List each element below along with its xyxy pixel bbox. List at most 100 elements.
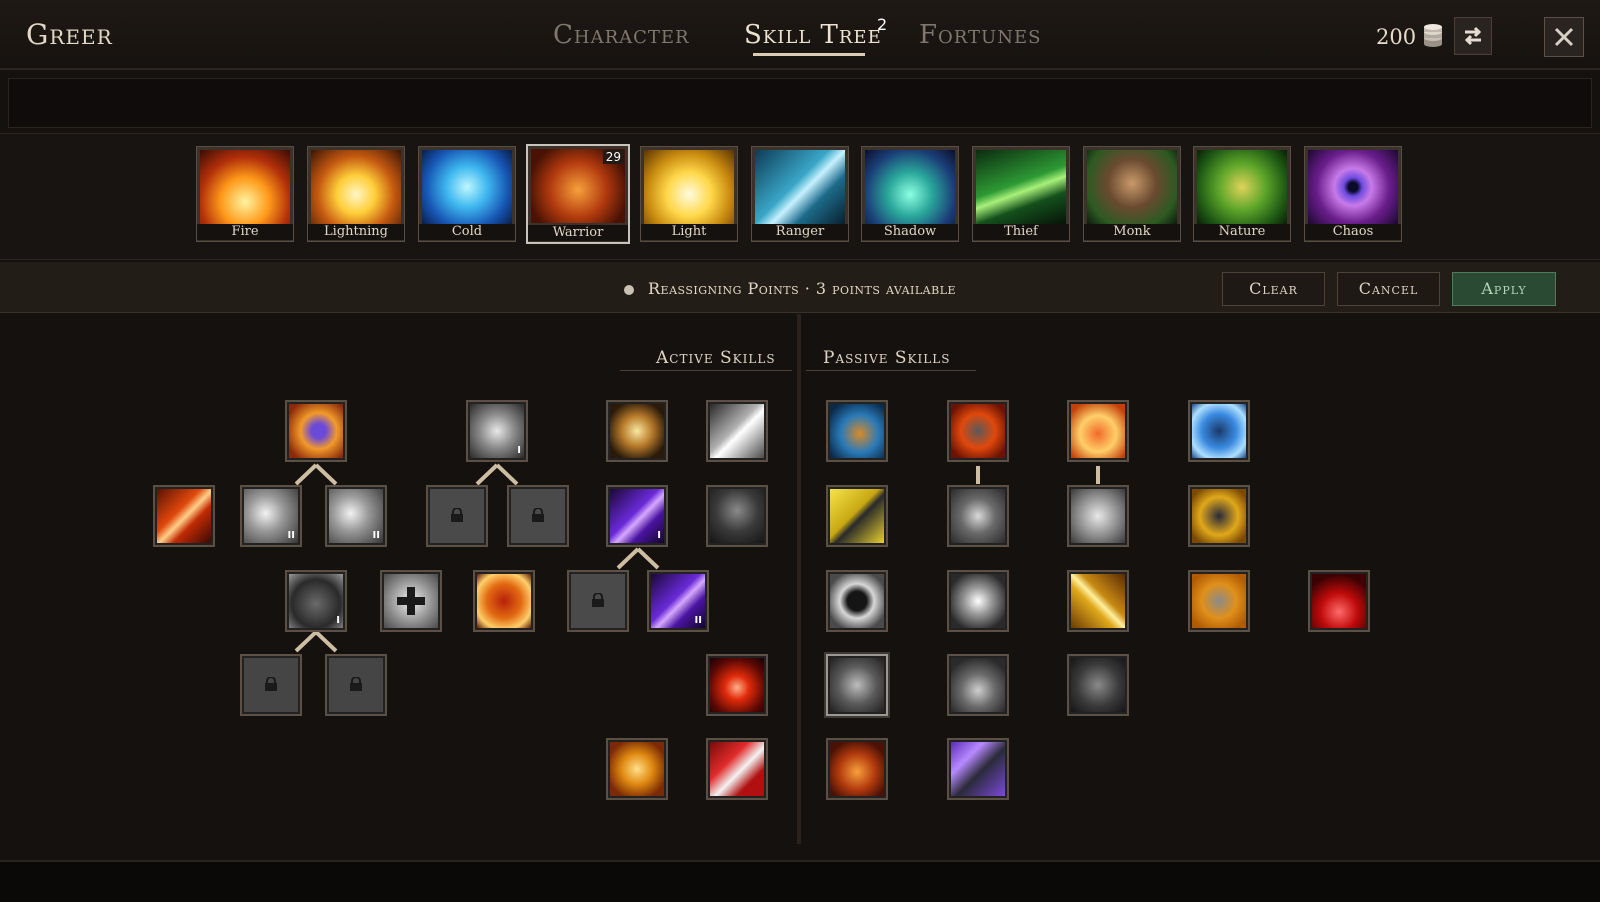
- passive-node-grey-hammer[interactable]: [947, 485, 1009, 547]
- passive-node-fire-hammer[interactable]: [947, 400, 1009, 462]
- lock-icon: [451, 508, 463, 522]
- status-text: Reassigning Points · 3 points available: [648, 279, 957, 298]
- skill-node-locked[interactable]: [567, 570, 629, 632]
- class-card-lightning[interactable]: Lightning: [307, 146, 405, 242]
- swap-icon: [1464, 26, 1482, 46]
- skills-divider: [797, 314, 801, 844]
- grey-hammer-icon: [951, 489, 1005, 543]
- clear-button[interactable]: Clear: [1222, 272, 1325, 306]
- bloody-axe-icon: [710, 742, 764, 796]
- passive-node-blue-shield[interactable]: [1188, 400, 1250, 462]
- passive-skills-title: Passive Skills: [823, 348, 951, 368]
- passive-node-water-orb[interactable]: [947, 654, 1009, 716]
- passive-node-iron-fist[interactable]: [1067, 654, 1129, 716]
- passive-node-berserker[interactable]: [826, 738, 888, 800]
- tab-fortunes[interactable]: Fortunes: [919, 20, 1041, 50]
- top-bar: Greer Character Skill Tree 2 Fortunes 20…: [0, 0, 1600, 70]
- passive-node-grey-armor[interactable]: [1067, 485, 1129, 547]
- class-card-shadow[interactable]: Shadow: [861, 146, 959, 242]
- nature-class-icon: [1197, 150, 1287, 224]
- class-label: Shadow: [862, 224, 958, 240]
- skill-node-cross-heal[interactable]: [380, 570, 442, 632]
- class-card-nature[interactable]: Nature: [1193, 146, 1291, 242]
- skill-node-locked[interactable]: [426, 485, 488, 547]
- skill-node-spiked-helm[interactable]: I: [285, 570, 347, 632]
- close-button[interactable]: [1544, 17, 1584, 57]
- monk-class-icon: [1087, 150, 1177, 224]
- skill-node-blood-drop[interactable]: [706, 654, 768, 716]
- passive-node-beast-head[interactable]: [826, 654, 888, 716]
- skill-node-blade-slash[interactable]: [706, 400, 768, 462]
- coin-stack-icon: [1424, 24, 1442, 47]
- passive-node-impact[interactable]: [947, 570, 1009, 632]
- skill-node-spirit-hands[interactable]: [706, 485, 768, 547]
- skill-node-fire-slash[interactable]: [153, 485, 215, 547]
- passive-node-shadow-knight[interactable]: [947, 738, 1009, 800]
- skill-node-bloody-axe[interactable]: [706, 738, 768, 800]
- skill-node-locked[interactable]: [325, 654, 387, 716]
- skill-node-locked[interactable]: [507, 485, 569, 547]
- class-card-thief[interactable]: Thief: [972, 146, 1070, 242]
- beast-head-icon: [830, 658, 884, 712]
- section-divider: [620, 370, 792, 371]
- class-card-warrior[interactable]: 29 Warrior: [526, 144, 630, 244]
- passive-node-gold-hammer[interactable]: [826, 485, 888, 547]
- status-dot-icon: [624, 285, 634, 295]
- passive-node-crossed-swords[interactable]: [1188, 570, 1250, 632]
- impact-icon: [951, 574, 1005, 628]
- skill-node-cleave[interactable]: II: [325, 485, 387, 547]
- swap-button[interactable]: [1454, 17, 1492, 55]
- cross-icon: [397, 587, 425, 615]
- tab-badge: 2: [877, 15, 888, 34]
- skill-node-hammer-burst[interactable]: [606, 400, 668, 462]
- tab-character[interactable]: Character: [553, 20, 690, 50]
- class-label: Light: [641, 224, 737, 240]
- skill-node-flame-body[interactable]: [473, 570, 535, 632]
- skill-node-purple-blade[interactable]: I: [606, 485, 668, 547]
- lock-icon: [592, 593, 604, 607]
- skill-node-flaming-fist[interactable]: [606, 738, 668, 800]
- passive-node-blood-pool[interactable]: [1308, 570, 1370, 632]
- passive-node-gauntlet[interactable]: [1188, 485, 1250, 547]
- section-divider: [806, 370, 976, 371]
- cancel-button[interactable]: Cancel: [1337, 272, 1440, 306]
- skill-rank: I: [336, 615, 340, 626]
- gold-hammer-icon: [830, 489, 884, 543]
- skill-node-whirlwind[interactable]: I: [466, 400, 528, 462]
- ranger-class-icon: [755, 150, 845, 224]
- berserker-icon: [830, 742, 884, 796]
- apply-button[interactable]: Apply: [1452, 272, 1556, 306]
- lock-icon: [532, 508, 544, 522]
- empty-info-band: [8, 78, 1592, 128]
- passive-node-golden-spear[interactable]: [1067, 570, 1129, 632]
- skill-rank: I: [517, 445, 521, 456]
- class-card-fire[interactable]: Fire: [196, 146, 294, 242]
- skill-node-locked[interactable]: [240, 654, 302, 716]
- currency-amount: 200: [1376, 25, 1417, 49]
- class-card-light[interactable]: Light: [640, 146, 738, 242]
- active-tab-underline: [753, 53, 865, 56]
- tab-skill-tree[interactable]: Skill Tree: [744, 20, 882, 50]
- blood-drop-icon: [710, 658, 764, 712]
- thief-class-icon: [976, 150, 1066, 224]
- spiked-helm-icon: [289, 574, 343, 628]
- skill-node-purple-blade[interactable]: II: [647, 570, 709, 632]
- class-card-cold[interactable]: Cold: [418, 146, 516, 242]
- class-card-monk[interactable]: Monk: [1083, 146, 1181, 242]
- class-label: Warrior: [528, 225, 628, 241]
- purple-blade-icon: [610, 489, 664, 543]
- iron-fist-icon: [1071, 658, 1125, 712]
- class-card-ranger[interactable]: Ranger: [751, 146, 849, 242]
- class-label: Lightning: [308, 224, 404, 240]
- passive-node-flaming-shield[interactable]: [1067, 400, 1129, 462]
- close-icon: [1554, 27, 1574, 47]
- class-label: Monk: [1084, 224, 1180, 240]
- passive-node-fangs[interactable]: [826, 570, 888, 632]
- skill-node-axe-swirl[interactable]: [285, 400, 347, 462]
- skill-node-cleave[interactable]: II: [240, 485, 302, 547]
- light-class-icon: [644, 150, 734, 224]
- class-card-chaos[interactable]: Chaos: [1304, 146, 1402, 242]
- passive-node-winged-boot[interactable]: [826, 400, 888, 462]
- fire-class-icon: [200, 150, 290, 224]
- class-label: Nature: [1194, 224, 1290, 240]
